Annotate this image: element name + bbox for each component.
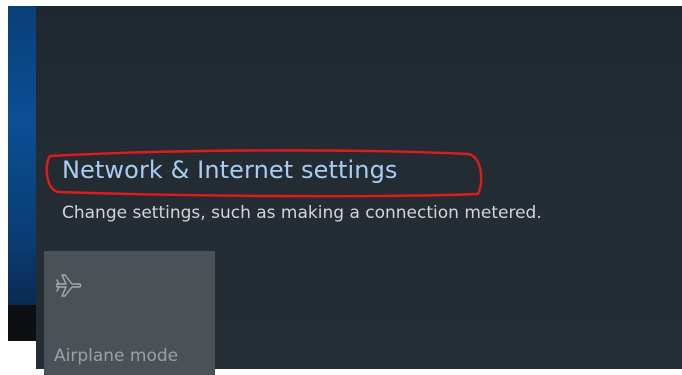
- airplane-icon: [56, 274, 82, 297]
- airplane-mode-label: Airplane mode: [54, 346, 179, 366]
- taskbar-edge: [8, 305, 36, 341]
- network-internet-settings-link[interactable]: Network & Internet settings: [62, 156, 398, 184]
- action-center-panel: Network & Internet settings Change setti…: [36, 6, 682, 375]
- airplane-mode-tile[interactable]: Airplane mode: [44, 251, 215, 375]
- network-settings-description: Change settings, such as making a connec…: [62, 203, 542, 223]
- margin-strip: [0, 341, 36, 369]
- screenshot-frame: Network & Internet settings Change setti…: [0, 0, 682, 375]
- desktop-background-strip: [8, 6, 36, 341]
